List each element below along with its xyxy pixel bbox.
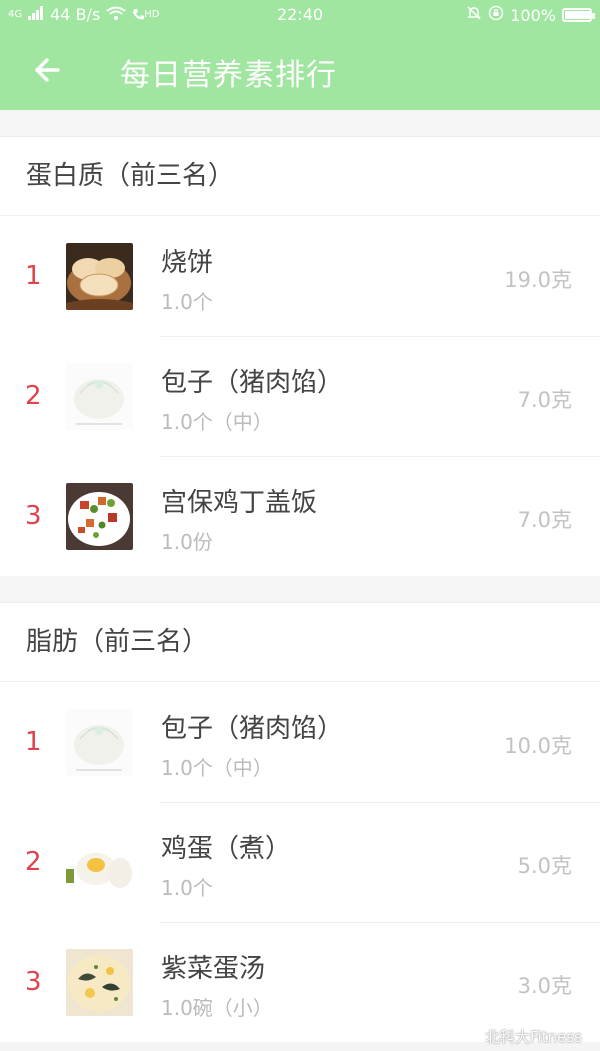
section-divider xyxy=(0,110,600,137)
rank-number: 1 xyxy=(25,727,42,757)
nutrient-amount: 5.0克 xyxy=(517,854,572,878)
rank-number: 2 xyxy=(25,847,42,877)
food-serving: 1.0个 xyxy=(161,876,213,900)
list-item[interactable]: 3 紫菜蛋汤 1.0碗（小） 3.0克 xyxy=(0,922,600,1042)
watermark-text: 北科大Fitness xyxy=(485,1028,582,1046)
mute-bell-icon xyxy=(466,5,482,25)
battery-icon xyxy=(562,8,595,22)
nutrient-amount: 10.0克 xyxy=(504,734,572,758)
food-name: 紫菜蛋汤 xyxy=(161,954,266,984)
ranking-list: 蛋白质（前三名） 1 烧饼 1.0个 19.0克 2 包子（猪肉馅） 1.0个（… xyxy=(0,110,600,1042)
food-name: 包子（猪肉馅） xyxy=(161,368,344,398)
food-name: 宫保鸡丁盖饭 xyxy=(161,488,318,518)
wechat-icon xyxy=(459,1027,481,1047)
list-item[interactable]: 2 鸡蛋（煮） 1.0个 5.0克 xyxy=(0,802,600,922)
page-title: 每日营养素排行 xyxy=(120,58,337,93)
food-name: 鸡蛋（煮） xyxy=(161,834,292,864)
nutrient-amount: 3.0克 xyxy=(517,974,572,998)
list-item[interactable]: 2 包子（猪肉馅） 1.0个（中） 7.0克 xyxy=(0,336,600,456)
battery-percent: 100% xyxy=(510,5,556,25)
food-name: 包子（猪肉馅） xyxy=(161,714,344,744)
food-image-flatbread xyxy=(66,243,133,310)
status-bar: 4G 44 B/s HD 22:40 100% xyxy=(0,0,600,32)
food-serving: 1.0个 xyxy=(161,290,213,314)
food-name: 烧饼 xyxy=(161,248,214,278)
section-protein: 蛋白质（前三名） 1 烧饼 1.0个 19.0克 2 包子（猪肉馅） 1.0个（… xyxy=(0,137,600,576)
food-image-egg xyxy=(66,829,133,896)
rotation-lock-icon xyxy=(488,5,504,25)
rank-number: 3 xyxy=(25,501,42,531)
section-divider xyxy=(0,576,600,603)
food-image-bun xyxy=(66,709,133,776)
app-bar: 每日营养素排行 xyxy=(0,32,600,110)
nutrient-amount: 7.0克 xyxy=(517,508,572,532)
rank-number: 2 xyxy=(25,381,42,411)
back-button[interactable] xyxy=(30,52,66,88)
food-image-bun xyxy=(66,363,133,430)
food-serving: 1.0个（中） xyxy=(161,410,273,434)
nutrient-amount: 7.0克 xyxy=(517,388,572,412)
food-serving: 1.0份 xyxy=(161,530,213,554)
section-fat: 脂肪（前三名） 1 包子（猪肉馅） 1.0个（中） 10.0克 2 鸡蛋（煮） … xyxy=(0,603,600,1042)
watermark: 北科大Fitness xyxy=(459,1026,582,1047)
food-serving: 1.0个（中） xyxy=(161,756,273,780)
list-item[interactable]: 1 烧饼 1.0个 19.0克 xyxy=(0,216,600,336)
list-item[interactable]: 1 包子（猪肉馅） 1.0个（中） 10.0克 xyxy=(0,682,600,802)
food-image-soup xyxy=(66,949,133,1016)
section-title: 脂肪（前三名） xyxy=(0,603,600,682)
list-item[interactable]: 3 宫保鸡丁盖饭 1.0份 7.0克 xyxy=(0,456,600,576)
food-serving: 1.0碗（小） xyxy=(161,996,273,1020)
rank-number: 3 xyxy=(25,967,42,997)
section-title: 蛋白质（前三名） xyxy=(0,137,600,216)
arrow-left-icon xyxy=(35,58,60,82)
rank-number: 1 xyxy=(25,261,42,291)
nutrient-amount: 19.0克 xyxy=(504,268,572,292)
food-image-kungpao xyxy=(66,483,133,550)
